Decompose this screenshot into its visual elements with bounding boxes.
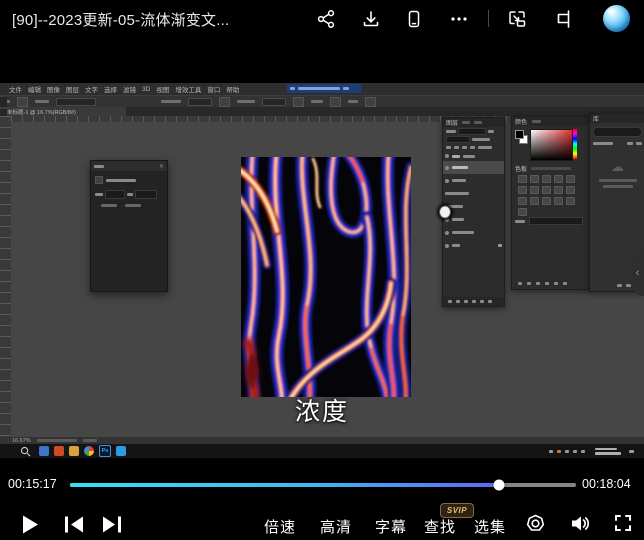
layer-row	[443, 151, 504, 161]
ps-menu-item: 增效工具	[175, 84, 201, 94]
shutter-icon	[526, 514, 545, 533]
ps-menu-item: 3D	[142, 86, 150, 93]
layer-row	[443, 200, 504, 213]
ps-menu-item: 图层	[66, 84, 79, 94]
speed-button[interactable]: 倍速	[264, 516, 296, 537]
color-saturation-square	[530, 129, 573, 161]
color-hue-strip	[573, 129, 577, 159]
ps-color-panel: 颜色 色板	[511, 116, 590, 290]
current-time: 00:15:17	[8, 477, 57, 491]
download-button[interactable]	[360, 8, 382, 30]
subtitles-button[interactable]: 字幕	[375, 516, 407, 537]
chevron-left-icon: ‹	[636, 267, 640, 279]
side-drawer-handle[interactable]: ‹	[631, 250, 644, 296]
ps-menu-item: 滤镜	[123, 84, 136, 94]
ps-workspace-chip	[287, 84, 361, 93]
fullscreen-button[interactable]	[614, 514, 632, 537]
ps-menu-item: 窗口	[207, 84, 220, 94]
libraries-panel-title: 库	[593, 114, 599, 123]
layer-row	[443, 226, 504, 239]
play-icon	[22, 515, 39, 534]
picture-in-picture-icon	[506, 8, 528, 30]
more-button[interactable]	[448, 8, 470, 30]
episodes-button[interactable]: 选集	[474, 516, 506, 537]
swatches-panel-title: 色板	[515, 164, 527, 173]
ps-document-tab: 未标题-1 @ 16.7%(RGB/8#)	[4, 107, 126, 116]
ps-menu-item: 视图	[156, 84, 169, 94]
shutter-button[interactable]	[526, 514, 545, 538]
layers-panel-title: 图层	[446, 118, 458, 127]
previous-button[interactable]	[64, 516, 84, 538]
cast-icon	[553, 8, 575, 30]
search-in-video-button[interactable]: 查找	[424, 516, 456, 537]
previous-icon	[64, 516, 84, 533]
taskbar-app-icon	[54, 446, 64, 456]
layer-row	[443, 174, 504, 187]
layer-row	[443, 239, 504, 252]
libraries-search-box	[593, 127, 642, 137]
pip-button[interactable]	[506, 8, 528, 30]
volume-button[interactable]	[570, 514, 591, 538]
app-window: [90]--2023更新-05-流体渐变文...	[0, 0, 644, 540]
quality-button[interactable]: 高清	[320, 516, 352, 537]
ps-vertical-ruler	[0, 116, 11, 437]
video-frame[interactable]: 文件编辑图像图层文字选择滤镜3D视图增效工具窗口帮助 未标题-1 @ 16.7%…	[0, 60, 644, 458]
taskbar-photoshop-icon: Ps	[99, 445, 111, 457]
volume-icon	[570, 514, 591, 533]
video-subtitle: 浓度	[0, 392, 644, 428]
play-button[interactable]	[22, 515, 39, 539]
fg-bg-swatches	[515, 130, 527, 144]
next-button[interactable]	[102, 516, 122, 538]
taskbar-app-icon	[39, 446, 49, 456]
ps-zoom-level: 16.67%	[12, 438, 31, 444]
mobile-icon	[404, 9, 424, 29]
next-icon	[102, 516, 122, 533]
cloud-icon: ☁	[590, 159, 644, 175]
taskbar-chrome-icon	[84, 446, 94, 456]
ps-menu-item: 图像	[47, 84, 60, 94]
ps-menu-item: 文字	[85, 84, 98, 94]
ps-menu-item: 选择	[104, 84, 117, 94]
cast-button[interactable]	[553, 8, 575, 30]
progress-fill	[70, 483, 499, 487]
taskbar-app-icon	[116, 446, 126, 456]
total-duration: 00:18:04	[582, 477, 631, 491]
ps-layers-panel: 图层	[442, 117, 505, 307]
progress-bar[interactable]	[70, 483, 576, 487]
ps-floating-panel: ✕	[90, 160, 168, 292]
ps-menu-item: 帮助	[226, 84, 239, 94]
user-avatar[interactable]	[603, 5, 630, 32]
taskbar-search-icon	[20, 446, 31, 457]
mobile-button[interactable]	[403, 8, 425, 30]
ps-menu-item: 编辑	[28, 84, 41, 94]
layer-row-selected	[443, 161, 504, 174]
taskbar-system-tray	[549, 448, 644, 455]
fluid-artwork	[241, 157, 411, 397]
video-title: [90]--2023更新-05-流体渐变文...	[12, 9, 229, 30]
ps-status-bar: 16.67%	[0, 437, 644, 444]
ps-options-bar	[0, 95, 644, 107]
fullscreen-icon	[614, 514, 632, 532]
layer-row	[443, 187, 504, 200]
download-icon	[361, 9, 381, 29]
share-button[interactable]	[315, 8, 337, 30]
ps-menu-item: 文件	[9, 84, 22, 94]
layer-row	[443, 213, 504, 226]
taskbar-folder-icon	[69, 446, 79, 456]
windows-taskbar: Ps	[0, 444, 644, 458]
more-icon	[449, 9, 469, 29]
share-icon	[316, 9, 336, 29]
progress-thumb[interactable]	[494, 480, 505, 491]
header-separator	[488, 10, 489, 27]
glyph-grid	[518, 175, 582, 216]
color-panel-title: 颜色	[515, 117, 527, 126]
